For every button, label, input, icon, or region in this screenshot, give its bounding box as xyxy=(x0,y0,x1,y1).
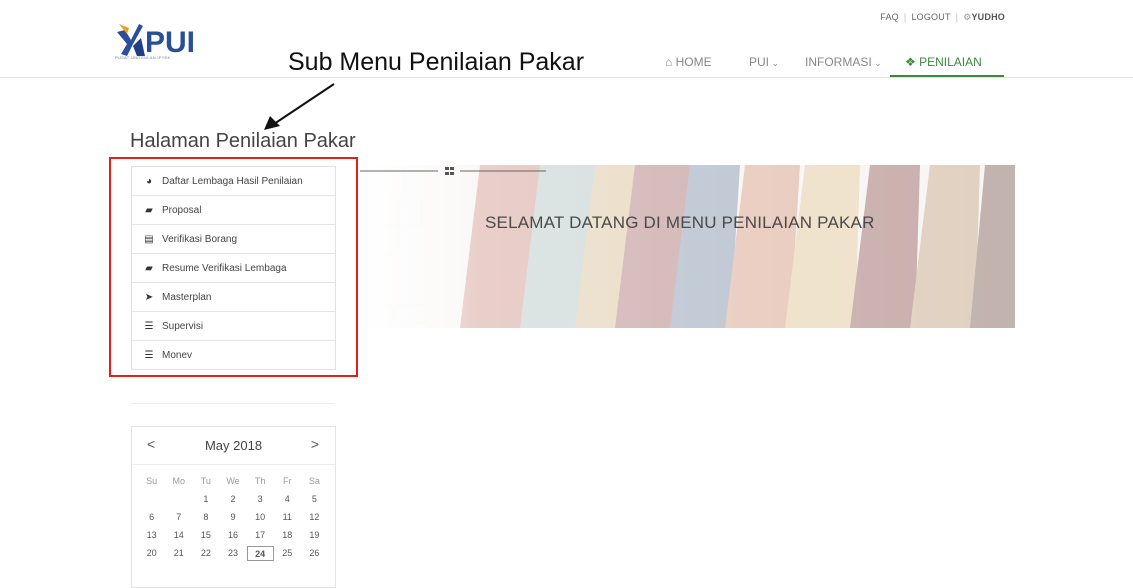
calendar-day[interactable]: 19 xyxy=(301,528,328,543)
calendar-month-title[interactable]: May 2018 xyxy=(132,438,335,453)
banner-divider xyxy=(360,167,546,175)
cubes-icon: ❖ xyxy=(905,55,920,69)
calendar-day[interactable]: 13 xyxy=(138,528,165,543)
books-background-image xyxy=(360,165,1015,328)
calendar-empty-cell xyxy=(138,492,165,507)
calendar-day-today[interactable]: 24 xyxy=(246,546,274,561)
calendar-day[interactable]: 2 xyxy=(219,492,246,507)
nav-penilaian-label: PENILAIAN xyxy=(919,55,982,69)
logo-text: PUI xyxy=(145,26,195,58)
chevron-down-icon: ⌄ xyxy=(769,58,780,68)
logo-mark-icon: PUI xyxy=(117,24,195,59)
calendar-day[interactable]: 5 xyxy=(301,492,328,507)
calendar-day[interactable]: 10 xyxy=(247,510,274,525)
nav-informasi[interactable]: INFORMASI ⌄ xyxy=(805,55,882,69)
nav-pui-label: PUI xyxy=(749,55,770,69)
calendar-day[interactable]: 25 xyxy=(274,546,301,561)
calendar-day[interactable]: 4 xyxy=(274,492,301,507)
logo-tagline: PUSAT UNGGULAN IPTEK xyxy=(115,55,171,60)
calendar-day[interactable]: 8 xyxy=(192,510,219,525)
calendar-day[interactable]: 1 xyxy=(192,492,219,507)
divider: | xyxy=(903,12,907,22)
chevron-down-icon: ⌄ xyxy=(871,58,882,68)
calendar-day[interactable]: 26 xyxy=(301,546,328,561)
header-divider xyxy=(0,77,1133,78)
page-title: Halaman Penilaian Pakar xyxy=(130,130,356,152)
calendar-day[interactable]: 20 xyxy=(138,546,165,561)
calendar-weekday-label: Mo xyxy=(172,476,185,486)
calendar-day[interactable]: 14 xyxy=(165,528,192,543)
calendar-day[interactable]: 6 xyxy=(138,510,165,525)
calendar-day[interactable]: 3 xyxy=(247,492,274,507)
calendar-weekday-label: Sa xyxy=(308,476,320,486)
calendar-weekday-label: Th xyxy=(254,476,266,486)
user-icon: ⚙ xyxy=(963,12,972,22)
calendar-weekday-label: Tu xyxy=(200,476,211,486)
calendar-day[interactable]: 11 xyxy=(274,510,301,525)
calendar-day[interactable]: 22 xyxy=(192,546,219,561)
calendar-day[interactable]: 17 xyxy=(247,528,274,543)
home-icon: ⌂ xyxy=(665,55,676,69)
nav-informasi-label: INFORMASI xyxy=(805,55,872,69)
calendar-day[interactable]: 7 xyxy=(165,510,192,525)
nav-home-label: HOME xyxy=(675,55,712,69)
calendar-day[interactable]: 16 xyxy=(219,528,246,543)
welcome-banner: SELAMAT DATANG DI MENU PENILAIAN PAKAR xyxy=(360,165,1015,328)
calendar-empty-cell xyxy=(165,492,192,507)
faq-link[interactable]: FAQ xyxy=(880,12,899,22)
calendar-day[interactable]: 21 xyxy=(165,546,192,561)
calendar-day[interactable]: 15 xyxy=(192,528,219,543)
calendar-day[interactable]: 23 xyxy=(219,546,246,561)
logout-link[interactable]: LOGOUT xyxy=(911,12,950,22)
user-menu[interactable]: YUDHO xyxy=(971,12,1005,22)
calendar-weekday-label: Su xyxy=(146,476,158,486)
banner-title: SELAMAT DATANG DI MENU PENILAIAN PAKAR xyxy=(485,213,875,232)
pui-logo[interactable]: PUI PUSAT UNGGULAN IPTEK xyxy=(115,22,205,62)
calendar-day[interactable]: 9 xyxy=(219,510,246,525)
divider: | xyxy=(955,12,959,22)
utility-bar: FAQ | LOGOUT | ⚙ YUDHO xyxy=(880,12,1005,23)
nav-penilaian[interactable]: ❖ PENILAIAN xyxy=(905,55,982,69)
sidebar-divider xyxy=(131,403,334,404)
nav-pui[interactable]: PUI ⌄ xyxy=(749,55,779,69)
calendar-header: < May 2018 > xyxy=(132,427,335,465)
calendar-grid: Su Mo Tu We Th Fr Sa 1 2 3 4 5 6 7 8 9 10 11 12 13 14 15 16 17 1… xyxy=(138,474,328,561)
annotation-highlight-box xyxy=(109,157,358,377)
calendar-widget: < May 2018 > Su Mo Tu We Th Fr Sa 1 2 3 4 5 6 7 8 9 10 11… xyxy=(131,426,336,588)
calendar-weekday-label: We xyxy=(226,476,240,486)
calendar-weekday-label: Fr xyxy=(283,476,292,486)
annotation-label: Sub Menu Penilaian Pakar xyxy=(288,48,585,76)
nav-home[interactable]: ⌂ HOME xyxy=(665,55,712,69)
calendar-next-button[interactable]: > xyxy=(311,436,319,452)
calendar-day[interactable]: 12 xyxy=(301,510,328,525)
annotation-arrow-icon xyxy=(264,83,335,130)
calendar-day[interactable]: 18 xyxy=(274,528,301,543)
